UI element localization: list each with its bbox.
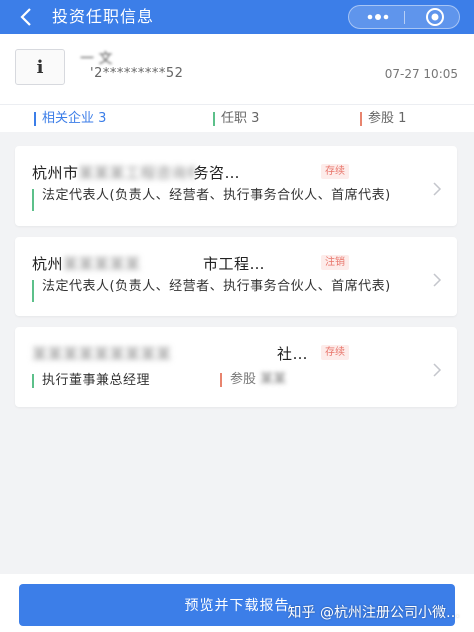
company-name-suffix: 社…	[277, 345, 309, 363]
tab-bar: 相关企业 3 任职 3 参股 1	[0, 104, 474, 133]
holding-label: 参股	[230, 372, 257, 387]
tab-shareholdings[interactable]: 参股 1	[360, 111, 406, 127]
status-badge: 存续	[321, 345, 349, 360]
company-name-redacted: 某某某某某某某某某	[32, 345, 172, 363]
more-dots-icon[interactable]	[363, 6, 393, 28]
chevron-right-icon	[433, 363, 442, 377]
tab-related-companies[interactable]: 相关企业 3	[34, 111, 106, 127]
person-name: 一 文	[80, 51, 113, 67]
target-icon[interactable]	[421, 6, 449, 28]
holding-tag: 参股 某某	[220, 372, 286, 387]
avatar: i	[15, 49, 65, 85]
update-time: 07-27 10:05	[384, 67, 458, 81]
company-name-prefix: 杭州	[32, 255, 64, 273]
status-badge: 存续	[321, 164, 349, 179]
company-name: 某某某某某某某某某 社…	[32, 343, 308, 364]
company-card[interactable]: 杭州市某某某工程咨询有限公司务咨… 存续 法定代表人(负责人、经营者、执行事务合…	[15, 146, 457, 226]
capsule-divider	[404, 11, 405, 24]
tab-positions[interactable]: 任职 3	[213, 111, 259, 127]
company-name-suffix: 务咨…	[193, 164, 241, 182]
role-text: 法定代表人(负责人、经营者、执行事务合伙人、首席代表)	[32, 188, 422, 211]
top-bar: 投资任职信息	[0, 0, 474, 34]
person-header: i 一 文 '2*********52 07-27 10:05 相关企业 3 任…	[0, 34, 474, 132]
page-title: 投资任职信息	[52, 7, 155, 26]
company-name-suffix: 市工程…	[203, 255, 266, 273]
company-name: 杭州市某某某工程咨询有限公司务咨…	[32, 162, 240, 183]
chevron-right-icon	[433, 182, 442, 196]
company-card[interactable]: 杭州某某某某某 市工程… 注销 法定代表人(负责人、经营者、执行事务合伙人、首席代…	[15, 237, 457, 316]
back-chevron-icon[interactable]	[16, 6, 36, 28]
watermark: 知乎 @杭州注册公司小微…	[287, 605, 460, 621]
chevron-right-icon	[433, 273, 442, 287]
role-text: 执行董事兼总经理	[32, 373, 212, 388]
role-text: 法定代表人(负责人、经营者、执行事务合伙人、首席代表)	[32, 279, 422, 302]
company-name-prefix: 杭州市	[32, 164, 79, 182]
status-badge: 注销	[321, 255, 349, 270]
mini-program-capsule	[348, 5, 460, 29]
company-name: 杭州某某某某某 市工程…	[32, 253, 265, 274]
company-card[interactable]: 某某某某某某某某某 社… 存续 执行董事兼总经理 参股 某某	[15, 327, 457, 407]
holding-redacted: 某某	[260, 372, 287, 387]
person-id: '2*********52	[90, 66, 184, 81]
company-name-redacted: 某某某某某	[63, 255, 141, 273]
company-name-redacted: 某某某工程咨询有限公司	[78, 164, 194, 182]
